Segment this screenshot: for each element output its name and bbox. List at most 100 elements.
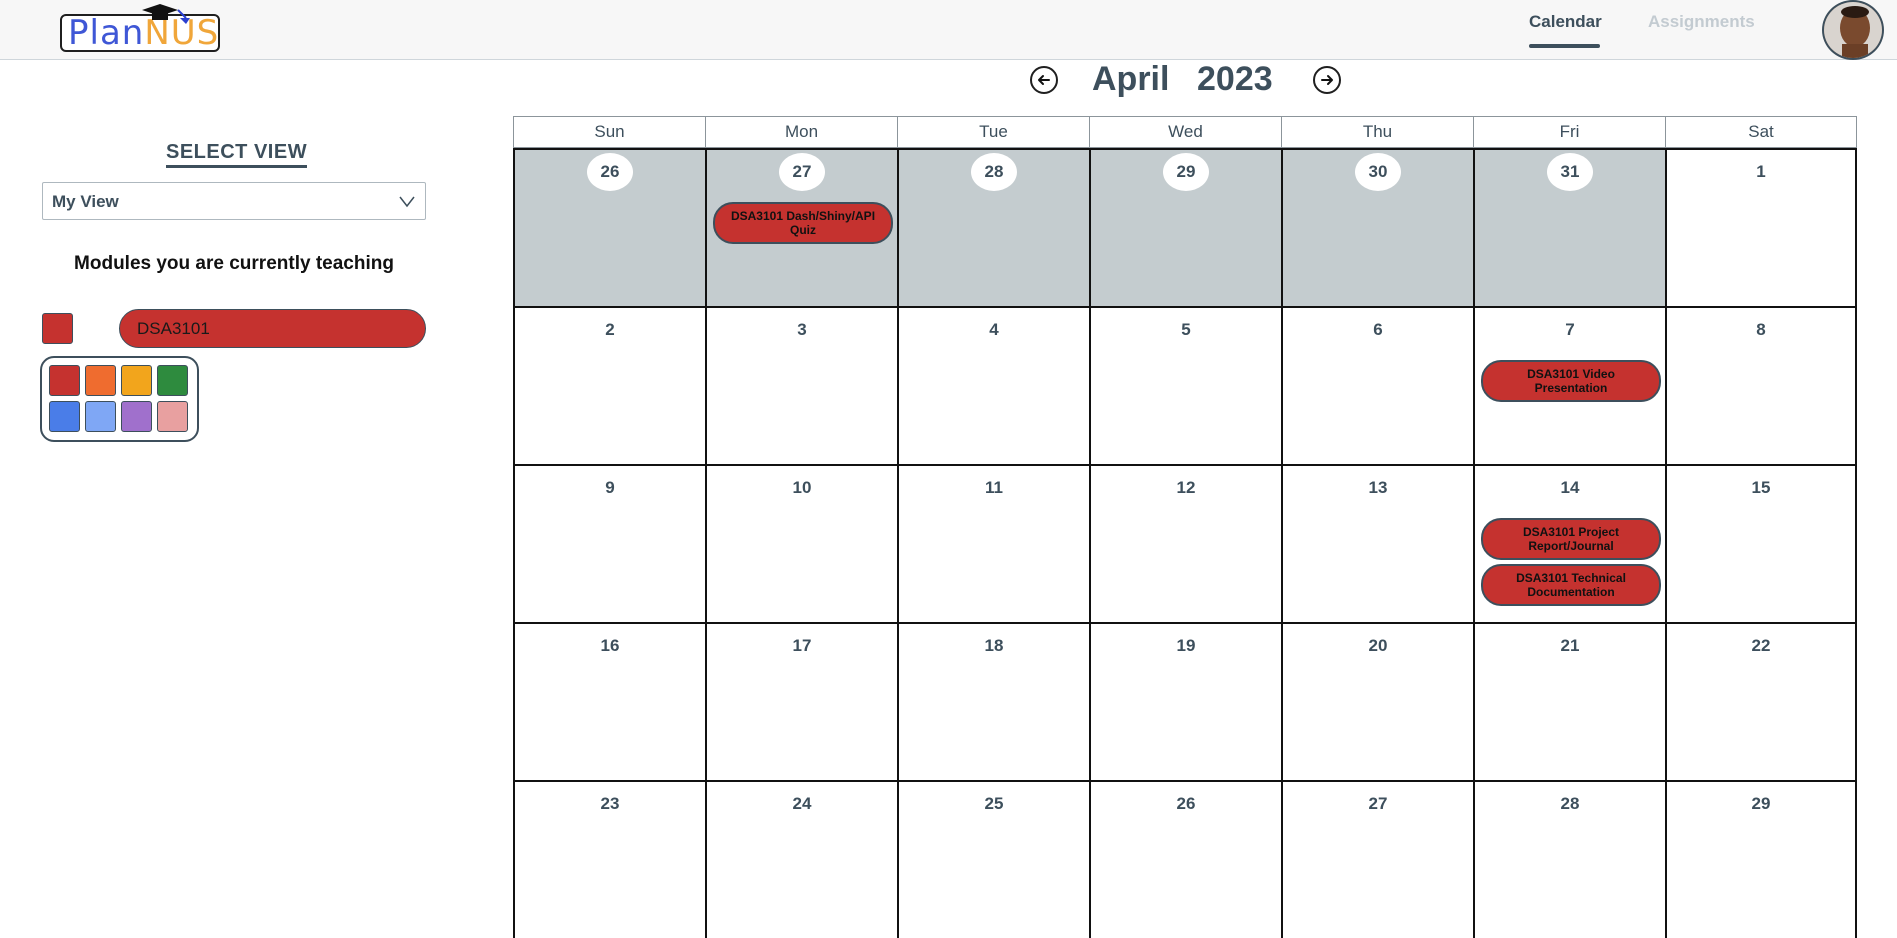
day-number-text: 12	[1176, 478, 1196, 497]
weekday-header: Tue	[897, 116, 1089, 148]
day-number-text: 17	[792, 636, 812, 655]
module-pill-dsa3101[interactable]: DSA3101	[119, 309, 426, 348]
day-number-text: 27	[1368, 794, 1388, 813]
day-number: 25	[899, 794, 1089, 814]
user-avatar[interactable]	[1822, 0, 1884, 60]
palette-color-green[interactable]	[157, 365, 188, 396]
view-dropdown[interactable]: My View	[42, 182, 426, 220]
calendar-day-cell[interactable]: 5	[1089, 306, 1281, 464]
day-number-text: 24	[792, 794, 812, 813]
day-number: 17	[707, 636, 897, 656]
tab-assignments[interactable]: Assignments	[1648, 12, 1755, 32]
day-number-text: 15	[1751, 478, 1771, 497]
module-code: DSA3101	[137, 319, 210, 338]
calendar-day-cell[interactable]: 28	[1473, 780, 1665, 938]
calendar-day-cell[interactable]: 19	[1089, 622, 1281, 780]
modules-teaching-heading: Modules you are currently teaching	[74, 253, 394, 274]
day-number: 28	[1475, 794, 1665, 814]
palette-color-red[interactable]	[49, 365, 80, 396]
day-number: 19	[1091, 636, 1281, 656]
day-number-text: 16	[600, 636, 620, 655]
day-number: 20	[1283, 636, 1473, 656]
palette-color-blue[interactable]	[49, 401, 80, 432]
day-number-text: 20	[1368, 636, 1388, 655]
previous-month-button[interactable]	[1030, 66, 1058, 94]
calendar-day-cell[interactable]: 8	[1665, 306, 1857, 464]
day-number-text: 3	[797, 320, 807, 339]
active-tab-indicator	[1529, 44, 1600, 48]
day-number: 1	[1667, 162, 1855, 182]
calendar-day-cell[interactable]: 27	[1281, 780, 1473, 938]
calendar-day-cell[interactable]: 27 DSA3101 Dash/Shiny/API Quiz	[705, 148, 897, 306]
day-number: 8	[1667, 320, 1855, 340]
calendar-event[interactable]: DSA3101 Dash/Shiny/API Quiz	[713, 202, 893, 244]
weekday-header: Mon	[705, 116, 897, 148]
calendar-day-cell[interactable]: 17	[705, 622, 897, 780]
calendar-day-cell[interactable]: 26	[1089, 780, 1281, 938]
day-number-text: 4	[989, 320, 999, 339]
weekday-header-row: Sun Mon Tue Wed Thu Fri Sat	[513, 116, 1857, 148]
calendar-event[interactable]: DSA3101 Video Presentation	[1481, 360, 1661, 402]
calendar-day-cell[interactable]: 26	[513, 148, 705, 306]
calendar-day-cell[interactable]: 16	[513, 622, 705, 780]
calendar-day-cell[interactable]: 6	[1281, 306, 1473, 464]
module-color-swatch[interactable]	[42, 313, 73, 344]
day-number: 9	[515, 478, 705, 498]
day-number: 10	[707, 478, 897, 498]
day-number-text: 25	[984, 794, 1004, 813]
day-number: 21	[1475, 636, 1665, 656]
palette-color-light-blue[interactable]	[85, 401, 116, 432]
calendar-day-cell[interactable]: 24	[705, 780, 897, 938]
calendar-day-cell[interactable]: 28	[897, 148, 1089, 306]
day-number-text: 21	[1560, 636, 1580, 655]
palette-color-orange[interactable]	[85, 365, 116, 396]
palette-color-yellow[interactable]	[121, 365, 152, 396]
day-number-text: 29	[1751, 794, 1771, 813]
calendar-day-cell[interactable]: 10	[705, 464, 897, 622]
calendar-day-cell[interactable]: 23	[513, 780, 705, 938]
calendar-day-cell[interactable]: 1	[1665, 148, 1857, 306]
calendar-day-cell[interactable]: 25	[897, 780, 1089, 938]
calendar-event[interactable]: DSA3101 Technical Documentation	[1481, 564, 1661, 606]
weekday-header: Thu	[1281, 116, 1473, 148]
calendar-day-cell[interactable]: 12	[1089, 464, 1281, 622]
weekday-header: Sun	[513, 116, 705, 148]
day-number: 26	[515, 153, 705, 191]
day-number: 5	[1091, 320, 1281, 340]
day-number-text: 28	[971, 153, 1017, 191]
select-view-heading: SELECT VIEW	[166, 141, 308, 168]
calendar-day-cell[interactable]: 11	[897, 464, 1089, 622]
calendar-day-cell[interactable]: 30	[1281, 148, 1473, 306]
calendar-day-cell[interactable]: 9	[513, 464, 705, 622]
day-number: 11	[899, 478, 1089, 498]
calendar-day-cell[interactable]: 22	[1665, 622, 1857, 780]
day-number: 31	[1475, 153, 1665, 191]
calendar-day-cell[interactable]: 4	[897, 306, 1089, 464]
plannus-logo[interactable]: PlanNUS	[58, 4, 224, 52]
palette-color-purple[interactable]	[121, 401, 152, 432]
calendar-day-cell[interactable]: 21	[1473, 622, 1665, 780]
calendar-day-cell[interactable]: 2	[513, 306, 705, 464]
calendar-day-cell[interactable]: 20	[1281, 622, 1473, 780]
day-number-text: 19	[1176, 636, 1196, 655]
calendar-day-cell[interactable]: 13	[1281, 464, 1473, 622]
day-number: 26	[1091, 794, 1281, 814]
calendar-day-cell[interactable]: 14 DSA3101 Project Report/Journal DSA3101 …	[1473, 464, 1665, 622]
chevron-down-icon	[399, 196, 415, 208]
view-dropdown-value: My View	[52, 192, 119, 211]
next-month-button[interactable]	[1313, 66, 1341, 94]
day-number: 6	[1283, 320, 1473, 340]
calendar-day-cell[interactable]: 29	[1665, 780, 1857, 938]
calendar-day-cell[interactable]: 31	[1473, 148, 1665, 306]
calendar-day-cell[interactable]: 3	[705, 306, 897, 464]
calendar-day-cell[interactable]: 29	[1089, 148, 1281, 306]
calendar-day-cell[interactable]: 7 DSA3101 Video Presentation	[1473, 306, 1665, 464]
day-number: 13	[1283, 478, 1473, 498]
calendar-day-cell[interactable]: 15	[1665, 464, 1857, 622]
calendar-event[interactable]: DSA3101 Project Report/Journal	[1481, 518, 1661, 560]
calendar-day-cell[interactable]: 18	[897, 622, 1089, 780]
palette-color-pink[interactable]	[157, 401, 188, 432]
month-calendar-grid: Sun Mon Tue Wed Thu Fri Sat 26 27 DSA3101 Dash/S…	[513, 116, 1857, 938]
day-number-text: 11	[985, 478, 1003, 497]
tab-calendar[interactable]: Calendar	[1529, 12, 1602, 32]
